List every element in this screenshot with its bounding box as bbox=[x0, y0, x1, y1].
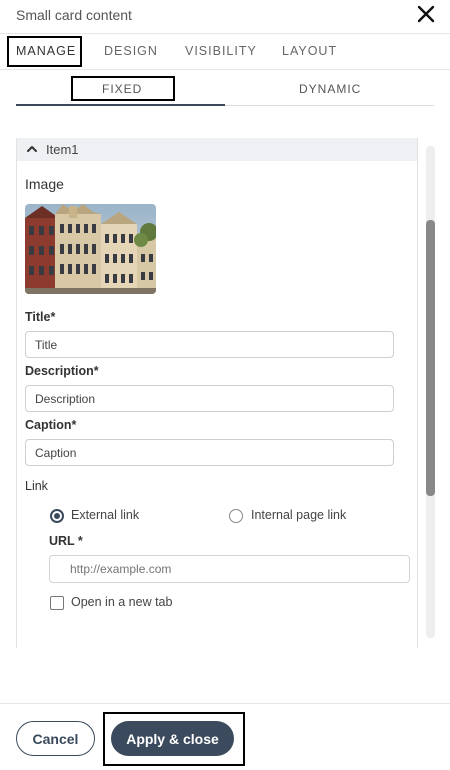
internal-link-radio[interactable] bbox=[229, 509, 243, 523]
cancel-button[interactable]: Cancel bbox=[16, 721, 95, 756]
external-link-label[interactable]: External link bbox=[71, 508, 139, 522]
item-label: Item1 bbox=[46, 142, 79, 157]
tab-dynamic[interactable]: DYNAMIC bbox=[299, 82, 361, 96]
title-input[interactable] bbox=[25, 331, 394, 358]
tab-fixed-highlight bbox=[71, 76, 175, 101]
tab-visibility[interactable]: VISIBILITY bbox=[185, 44, 257, 58]
caption-input[interactable] bbox=[25, 439, 394, 466]
external-link-radio[interactable] bbox=[50, 509, 64, 523]
internal-link-label[interactable]: Internal page link bbox=[251, 508, 346, 522]
title-label: Title* bbox=[25, 310, 56, 324]
caption-label: Caption* bbox=[25, 418, 77, 432]
link-label: Link bbox=[25, 479, 48, 493]
dialog-footer: Cancel Apply & close bbox=[0, 703, 450, 770]
active-subtab-indicator bbox=[16, 104, 225, 106]
url-input[interactable] bbox=[49, 555, 410, 583]
card-image[interactable] bbox=[25, 204, 156, 294]
tab-manage-highlight bbox=[7, 36, 82, 67]
tab-layout[interactable]: LAYOUT bbox=[282, 44, 337, 58]
description-input[interactable] bbox=[25, 385, 394, 412]
dialog-title: Small card content bbox=[16, 7, 132, 23]
image-label: Image bbox=[25, 176, 64, 192]
open-new-tab-label[interactable]: Open in a new tab bbox=[71, 595, 172, 609]
tab-design[interactable]: DESIGN bbox=[104, 44, 158, 58]
url-label: URL * bbox=[49, 534, 83, 548]
item-panel: Item1 Image Title* Title Description* De… bbox=[16, 138, 418, 648]
open-new-tab-checkbox[interactable] bbox=[50, 596, 64, 610]
dialog-header: Small card content bbox=[0, 0, 450, 34]
close-icon[interactable] bbox=[414, 2, 438, 26]
scrollbar-thumb[interactable] bbox=[426, 220, 435, 496]
item-accordion-header[interactable]: Item1 bbox=[17, 138, 417, 161]
chevron-up-icon bbox=[27, 146, 37, 152]
description-label: Description* bbox=[25, 364, 99, 378]
panel-scrollbar[interactable] bbox=[426, 146, 435, 638]
apply-button-highlight bbox=[103, 712, 245, 766]
building-photo bbox=[25, 204, 156, 294]
